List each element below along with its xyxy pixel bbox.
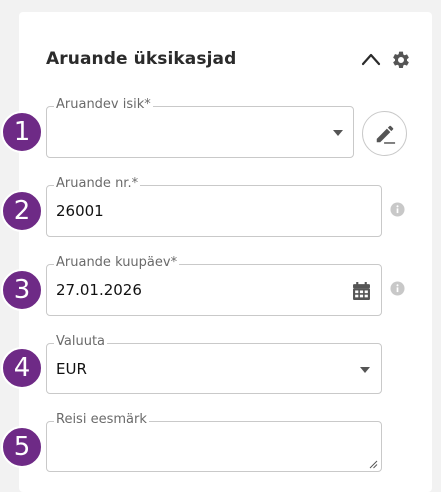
currency-label: Valuuta — [54, 333, 108, 351]
step-badge-2: 2 — [1, 190, 43, 232]
step-badge-5: 5 — [1, 426, 43, 468]
report-number-label: Aruande nr.* — [54, 175, 141, 193]
info-icon[interactable] — [390, 202, 405, 217]
report-date-value: 27.01.2026 — [56, 281, 142, 299]
currency-value: EUR — [56, 360, 87, 378]
resize-handle-icon[interactable] — [369, 460, 378, 469]
edit-pencil-icon — [376, 125, 396, 144]
edit-reporter-button[interactable] — [362, 111, 407, 156]
report-number-field[interactable]: Aruande nr.* 26001 — [46, 175, 382, 237]
report-date-label: Aruande kuupäev* — [54, 254, 180, 272]
step-badge-1: 1 — [1, 111, 43, 153]
gear-icon[interactable] — [391, 50, 411, 70]
step-badge-3: 3 — [1, 269, 43, 311]
dropdown-caret-icon[interactable] — [333, 130, 343, 136]
currency-select[interactable]: Valuuta EUR — [46, 333, 382, 394]
chevron-up-icon[interactable] — [361, 51, 381, 67]
report-number-value: 26001 — [56, 202, 104, 220]
step-badge-4: 4 — [1, 347, 43, 389]
info-icon[interactable] — [390, 281, 405, 296]
trip-purpose-textarea[interactable]: Reisi eesmärk — [46, 411, 382, 472]
reporter-select[interactable]: Aruandev isik* — [46, 96, 354, 158]
trip-purpose-label: Reisi eesmärk — [54, 411, 149, 429]
report-date-field[interactable]: Aruande kuupäev* 27.01.2026 — [46, 254, 382, 316]
dropdown-caret-icon[interactable] — [360, 367, 370, 373]
calendar-icon[interactable] — [353, 282, 370, 300]
reporter-label: Aruandev isik* — [54, 96, 153, 114]
panel-title: Aruande üksikasjad — [46, 49, 237, 69]
